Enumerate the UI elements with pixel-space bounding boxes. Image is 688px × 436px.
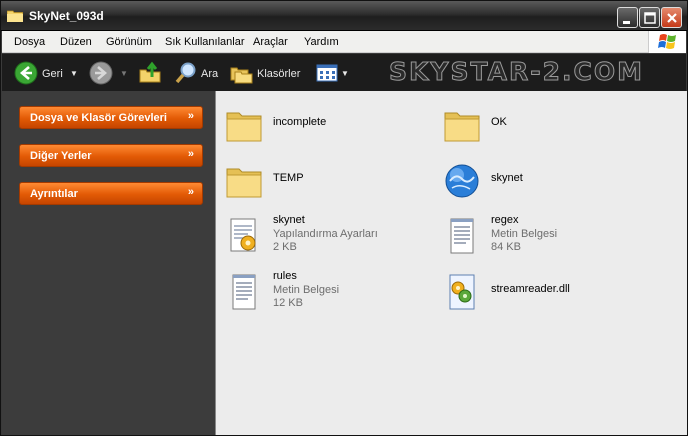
details-panel[interactable]: Ayrıntılar » bbox=[19, 182, 203, 205]
item-type: Yapılandırma Ayarları bbox=[273, 228, 378, 240]
list-item[interactable]: regex Metin Belgesi 84 KB bbox=[434, 212, 644, 260]
item-name: incomplete bbox=[273, 116, 327, 128]
folder-icon bbox=[226, 168, 262, 198]
item-name: streamreader.dll bbox=[491, 283, 570, 295]
minimize-icon bbox=[623, 21, 630, 24]
dll-file-icon bbox=[449, 274, 475, 310]
list-item[interactable]: incomplete bbox=[216, 101, 426, 149]
minimize-button[interactable] bbox=[617, 7, 638, 28]
maximize-button[interactable] bbox=[639, 7, 660, 28]
item-size: 84 KB bbox=[491, 241, 521, 253]
globe-executable-icon bbox=[445, 164, 479, 198]
title-bar[interactable]: SkyNet_093d bbox=[1, 1, 687, 31]
config-file-icon bbox=[230, 218, 256, 252]
item-size: 2 KB bbox=[273, 241, 297, 253]
menu-bar: Dosya Düzen Görünüm Sık Kullanılanlar Ar… bbox=[2, 31, 686, 53]
back-dropdown-icon[interactable]: ▼ bbox=[70, 69, 78, 78]
forward-dropdown-icon[interactable]: ▼ bbox=[120, 69, 128, 78]
watermark: SKYSTAR-2.COM bbox=[389, 57, 644, 87]
item-name: skynet bbox=[273, 214, 305, 226]
windows-logo bbox=[648, 31, 686, 53]
explorer-window: SkyNet_093d Dosya Düzen Görünüm Sık Kull… bbox=[0, 0, 688, 436]
window-title: SkyNet_093d bbox=[29, 9, 104, 23]
item-name: OK bbox=[491, 116, 507, 128]
menu-edit[interactable]: Düzen bbox=[60, 36, 92, 48]
up-folder-button[interactable] bbox=[138, 54, 164, 91]
chevron-down-icon[interactable]: » bbox=[188, 110, 194, 122]
forward-arrow-icon bbox=[89, 61, 113, 85]
panel-label: Diğer Yerler bbox=[30, 150, 92, 162]
folders-button[interactable]: Klasörler bbox=[230, 54, 302, 91]
search-button[interactable]: Ara bbox=[174, 54, 224, 91]
item-name: TEMP bbox=[273, 172, 304, 184]
maximize-icon bbox=[644, 12, 656, 24]
up-folder-icon bbox=[139, 61, 161, 83]
list-item[interactable]: TEMP bbox=[216, 157, 426, 205]
other-places-panel[interactable]: Diğer Yerler » bbox=[19, 144, 203, 167]
folder-icon bbox=[444, 112, 480, 142]
folder-icon bbox=[7, 10, 23, 22]
back-arrow-icon bbox=[14, 61, 38, 85]
folders-label: Klasörler bbox=[257, 68, 301, 80]
item-name: rules bbox=[273, 270, 297, 282]
text-file-icon bbox=[450, 218, 474, 254]
menu-help[interactable]: Yardım bbox=[304, 36, 339, 48]
file-list: incomplete OK TEMP skynet skynet Yapılan… bbox=[215, 91, 687, 435]
search-icon bbox=[175, 62, 196, 84]
views-icon bbox=[316, 64, 338, 82]
back-label: Geri bbox=[42, 68, 63, 80]
views-button[interactable]: ▼ bbox=[316, 54, 352, 91]
back-button[interactable]: Geri ▼ bbox=[12, 54, 80, 91]
list-item[interactable]: streamreader.dll bbox=[434, 268, 644, 316]
list-item[interactable]: rules Metin Belgesi 12 KB bbox=[216, 268, 426, 316]
menu-favorites[interactable]: Sık Kullanılanlar bbox=[165, 36, 245, 48]
search-label: Ara bbox=[201, 68, 219, 80]
forward-button[interactable]: ▼ bbox=[89, 54, 129, 91]
menu-view[interactable]: Görünüm bbox=[106, 36, 152, 48]
item-name: skynet bbox=[491, 172, 523, 184]
menu-file[interactable]: Dosya bbox=[14, 36, 45, 48]
chevron-down-icon[interactable]: » bbox=[188, 186, 194, 198]
text-file-icon bbox=[232, 274, 256, 310]
close-button[interactable] bbox=[661, 7, 682, 28]
panel-label: Ayrıntılar bbox=[30, 188, 78, 200]
item-type: Metin Belgesi bbox=[273, 284, 340, 296]
list-item[interactable]: skynet bbox=[434, 157, 644, 205]
chevron-down-icon[interactable]: » bbox=[188, 148, 194, 160]
file-folder-tasks-panel[interactable]: Dosya ve Klasör Görevleri » bbox=[19, 106, 203, 129]
list-item[interactable]: OK bbox=[434, 101, 644, 149]
views-dropdown-icon[interactable]: ▼ bbox=[341, 69, 349, 78]
item-name: regex bbox=[491, 214, 519, 226]
toolbar: Geri ▼ ▼ Ara Klasörler ▼ SKYSTAR-2.COM bbox=[2, 54, 686, 91]
close-icon bbox=[667, 13, 677, 23]
windows-flag-icon bbox=[658, 34, 676, 49]
item-size: 12 KB bbox=[273, 297, 303, 309]
list-item[interactable]: skynet Yapılandırma Ayarları 2 KB bbox=[216, 212, 426, 260]
folder-icon bbox=[226, 112, 262, 142]
panel-label: Dosya ve Klasör Görevleri bbox=[30, 112, 167, 124]
item-type: Metin Belgesi bbox=[491, 228, 558, 240]
menu-tools[interactable]: Araçlar bbox=[253, 36, 288, 48]
folders-icon bbox=[230, 67, 253, 84]
task-pane: Dosya ve Klasör Görevleri » Diğer Yerler… bbox=[2, 91, 215, 435]
